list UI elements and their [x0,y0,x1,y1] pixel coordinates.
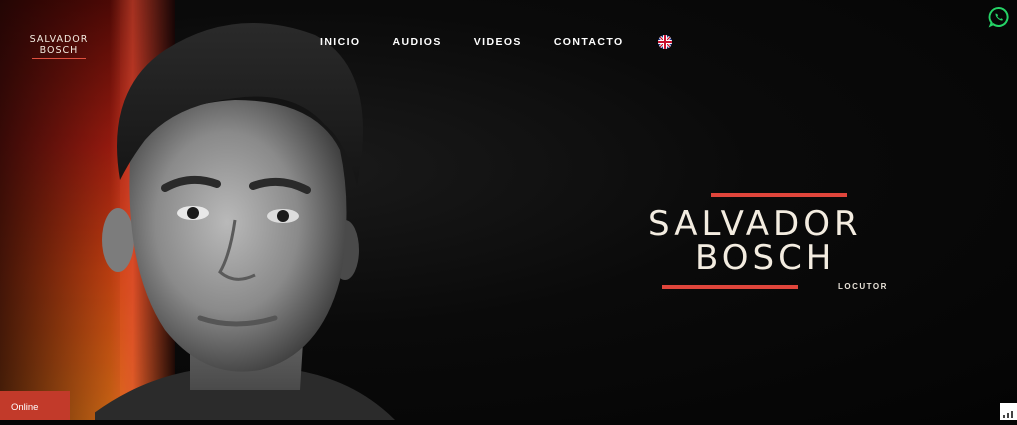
nav-audios[interactable]: AUDIOS [393,36,442,50]
portrait-photo [95,22,395,420]
nav-contacto[interactable]: CONTACTO [554,36,624,50]
main-nav: INICIO AUDIOS VIDEOS CONTACTO [320,36,656,50]
hero-title-line2: BOSCH [695,238,836,278]
nav-videos[interactable]: VIDEOS [474,36,522,50]
whatsapp-icon[interactable] [988,6,1010,28]
corner-widget-icon[interactable] [1000,403,1017,420]
hero-subtitle: LOCUTOR [838,282,888,291]
nav-inicio[interactable]: INICIO [320,36,361,50]
hero-title-line1: SALVADOR [648,204,862,244]
logo-underline [32,58,86,59]
chat-online-widget[interactable]: Online [0,391,70,420]
site-logo[interactable]: SALVADOR BOSCH [28,34,90,59]
logo-line1: SALVADOR [29,34,89,45]
uk-flag-icon[interactable] [658,35,672,49]
accent-line-bottom [662,285,798,289]
chat-online-label: Online [11,402,39,413]
logo-line2: BOSCH [39,45,79,56]
hero-section [0,0,1017,420]
accent-line-top [711,193,847,197]
